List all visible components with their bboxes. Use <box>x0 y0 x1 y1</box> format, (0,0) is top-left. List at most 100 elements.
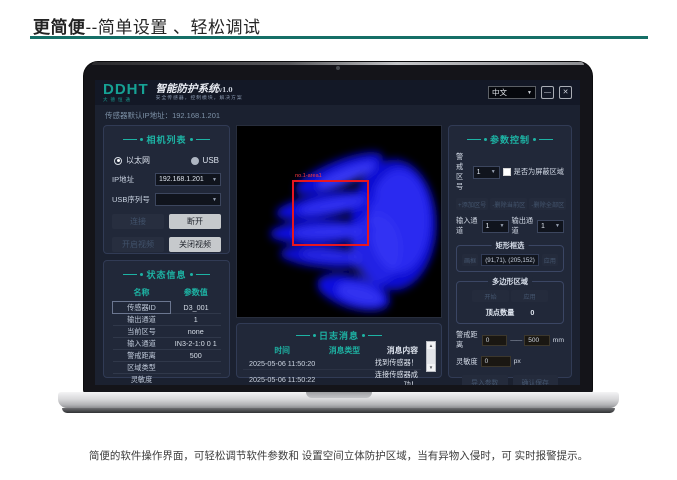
laptop-base-bottom <box>62 408 615 413</box>
polygon-buttons: 开始 应用 <box>462 290 558 302</box>
page-title: 更简便--简单设置 、轻松调试 <box>33 13 261 38</box>
table-row[interactable]: 警戒距离500 <box>113 350 222 362</box>
usb-serial-select[interactable]: ▼ <box>155 193 221 206</box>
table-row[interactable]: 输入通道IN3-2-1:0 0 1 <box>113 338 222 350</box>
rect-coords-field[interactable]: (91,71), (205,152) <box>481 254 538 266</box>
scroll-down-icon[interactable]: ▼ <box>427 364 435 371</box>
camera-list-panel: 相机列表 以太网 USB <box>103 125 230 254</box>
table-row[interactable]: 传感器IDD3_001 <box>113 302 222 314</box>
output-channel-select[interactable]: 1 ▼ <box>537 220 564 233</box>
app-title: 智能防护系统v1.0 <box>156 84 243 96</box>
log-table: 时间 消息类型 消息内容 2025-05-06 11:50:20 找到传感器！ … <box>243 344 421 385</box>
log-scrollbar[interactable]: ▲ ▼ <box>426 341 436 372</box>
app-version: v1.0 <box>219 87 233 94</box>
status-info-panel: 状态信息 名称 参数值 传感器IDD3_001 输出通道1 当前区号none 输… <box>103 260 230 378</box>
list-item: 2025-05-06 11:50:22 连接传感器成功！ <box>243 369 421 385</box>
log-header-row: 时间 消息类型 消息内容 <box>243 344 421 358</box>
status-header-row: 名称 参数值 <box>113 285 222 302</box>
radio-ethernet[interactable]: 以太网 <box>114 155 150 166</box>
chevron-down-icon: ▼ <box>555 223 560 229</box>
radio-usb[interactable]: USB <box>191 155 219 166</box>
delete-all-zones-button[interactable]: -删除全部区 <box>529 198 566 210</box>
parameter-control-title: 参数控制 <box>456 132 564 146</box>
brand-area: DDHT 大德恒通 智能防护系统v1.0 安全传感器，控制模块，解决方案 <box>103 82 243 103</box>
title-dot-icon <box>484 138 487 141</box>
zone-buttons: +添加区号 -删除当前区 -删除全部区 <box>456 198 564 210</box>
polygon-apply-button[interactable]: 应用 <box>511 290 548 302</box>
window-controls: 中文 ▼ — ✕ <box>488 86 572 99</box>
radio-selected-icon <box>114 157 122 165</box>
sensitivity-row: 灵敏度 0 px <box>456 356 564 367</box>
laptop-lid-edge <box>92 62 584 65</box>
polygon-group: 多边形区域 开始 应用 顶点数量 0 <box>456 281 564 324</box>
logo: DDHT 大德恒通 <box>103 82 149 103</box>
distance-max-field[interactable]: 500 <box>524 335 549 346</box>
minimize-button[interactable]: — <box>541 86 554 99</box>
log-panel: 日志消息 时间 消息类型 消息内容 2025-05-06 11:50:20 <box>236 323 442 378</box>
title-underline <box>30 36 648 39</box>
page-title-bold: 更简便 <box>33 18 86 37</box>
chevron-down-icon: ▼ <box>212 177 217 183</box>
chevron-down-icon: ▼ <box>500 223 505 229</box>
delete-current-zone-button[interactable]: -删除当前区 <box>490 198 527 210</box>
page: 更简便--简单设置 、轻松调试 DDHT 大德恒通 智能防护系统v1.0 安全传… <box>0 0 677 480</box>
table-row[interactable]: 灵敏度 <box>113 374 222 386</box>
disconnect-button[interactable]: 断开 <box>169 214 221 229</box>
title-dot-icon <box>140 138 143 141</box>
vertex-count-row: 顶点数量 0 <box>462 308 558 318</box>
ip-field-row: IP地址 192.168.1.201 ▼ <box>112 173 221 186</box>
radio-unselected-icon <box>191 157 199 165</box>
chevron-down-icon: ▼ <box>491 169 496 175</box>
table-row[interactable]: 当前区号none <box>113 326 222 338</box>
title-dot-icon <box>362 334 365 337</box>
ip-address-select[interactable]: 192.168.1.201 ▼ <box>155 173 221 186</box>
list-item: 2025-05-06 11:50:20 找到传感器！ <box>243 358 421 369</box>
import-params-button[interactable]: 导入参数 <box>462 375 508 385</box>
input-channel-select[interactable]: 1 ▼ <box>482 220 509 233</box>
zone-select[interactable]: 1 ▼ <box>473 166 500 179</box>
mask-area-checkbox[interactable] <box>503 168 511 176</box>
left-column: 相机列表 以太网 USB <box>103 125 230 378</box>
close-button[interactable]: ✕ <box>559 86 572 99</box>
logo-subtext: 大德恒通 <box>103 98 149 103</box>
title-dot-icon <box>140 273 143 276</box>
status-table: 名称 参数值 传感器IDD3_001 输出通道1 当前区号none 输入通道IN… <box>112 285 221 385</box>
title-dot-icon <box>533 138 536 141</box>
alarm-area-rect[interactable]: no.1-area1 <box>292 180 369 246</box>
close-video-button[interactable]: 关闭视频 <box>169 237 221 252</box>
sensor-ip-line: 传感器默认IP地址：192.168.1.201 <box>95 105 580 123</box>
parameter-control-panel: 参数控制 警戒区号 1 ▼ 是否为屏蔽区域 <box>448 125 572 378</box>
right-column: 参数控制 警戒区号 1 ▼ 是否为屏蔽区域 <box>448 125 572 378</box>
sensitivity-field[interactable]: 0 <box>481 356 511 367</box>
add-zone-button[interactable]: +添加区号 <box>456 198 488 210</box>
title-dot-icon <box>190 138 193 141</box>
connect-button[interactable]: 连接 <box>112 214 164 229</box>
save-buttons: 导入参数 确认保存 <box>456 375 564 385</box>
title-dot-icon <box>313 334 316 337</box>
language-select[interactable]: 中文 ▼ <box>488 86 536 99</box>
table-row[interactable]: 输出通道1 <box>113 314 222 326</box>
rect-select-row: 画框 (91,71), (205,152) 应用 <box>462 254 558 266</box>
save-button[interactable]: 确认保存 <box>513 375 559 385</box>
laptop-notch <box>306 392 372 398</box>
channel-row: 输入通道 1 ▼ 输出通道 1 ▼ <box>456 216 564 236</box>
chevron-down-icon: ▼ <box>212 197 217 203</box>
connect-buttons: 连接 断开 <box>112 214 221 229</box>
app-tagline: 安全传感器，控制模块，解决方案 <box>156 96 243 101</box>
polygon-start-button[interactable]: 开始 <box>472 290 509 302</box>
scroll-up-icon[interactable]: ▲ <box>427 342 435 349</box>
app-titlebar: DDHT 大德恒通 智能防护系统v1.0 安全传感器，控制模块，解决方案 中文 … <box>95 80 580 105</box>
chevron-down-icon: ▼ <box>527 90 532 96</box>
open-video-button[interactable]: 开启视频 <box>112 237 164 252</box>
vertex-count-value: 0 <box>530 308 534 318</box>
draw-rect-button[interactable]: 画框 <box>462 254 478 266</box>
logo-text: DDHT <box>103 82 149 97</box>
log-title: 日志消息 <box>243 328 435 342</box>
table-row[interactable]: 区域类型 <box>113 362 222 374</box>
page-title-rest: --简单设置 、轻松调试 <box>86 18 261 37</box>
app-title-block: 智能防护系统v1.0 安全传感器，控制模块，解决方案 <box>156 84 243 103</box>
distance-min-field[interactable]: 0 <box>482 335 507 346</box>
caption-text: 简便的软件操作界面，可轻松调节软件参数和 设置空间立体防护区域，当有异物入侵时，… <box>0 448 677 463</box>
apply-rect-button[interactable]: 应用 <box>542 254 558 266</box>
video-feed[interactable]: no.1-area1 <box>236 125 442 318</box>
